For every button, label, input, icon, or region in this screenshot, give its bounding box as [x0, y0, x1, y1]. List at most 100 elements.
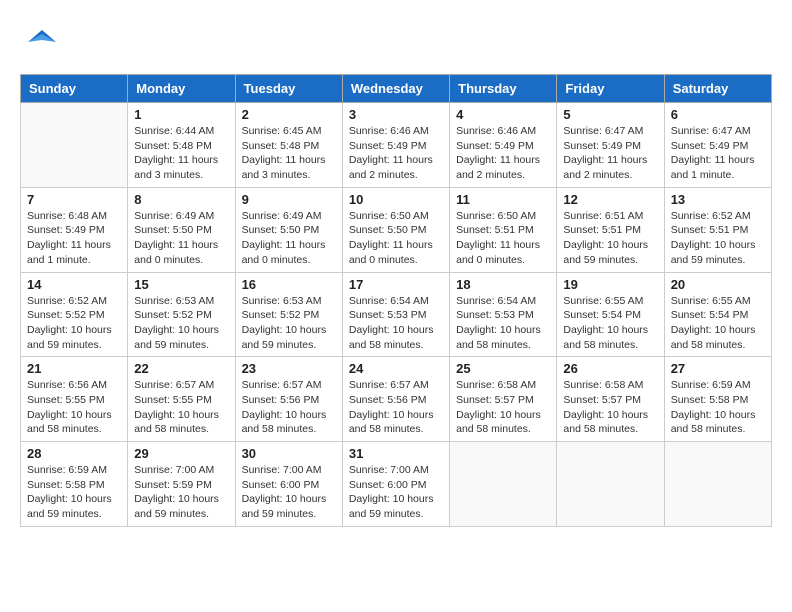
calendar-day: 27Sunrise: 6:59 AMSunset: 5:58 PMDayligh… [664, 357, 771, 442]
daylight-text: Daylight: 10 hours and 58 minutes. [456, 324, 541, 351]
calendar-day: 13Sunrise: 6:52 AMSunset: 5:51 PMDayligh… [664, 187, 771, 272]
daylight-text: Daylight: 10 hours and 59 minutes. [242, 493, 327, 520]
calendar-day: 28 Sunrise: 6:59 AM Sunset: 5:58 PM Dayligh… [21, 442, 128, 527]
sunset-text: Sunset: 5:51 PM [671, 224, 749, 236]
sunrise-text: Sunrise: 6:55 AM [671, 295, 751, 307]
day-info: Sunrise: 6:58 AMSunset: 5:57 PMDaylight:… [563, 378, 657, 437]
day-number: 28 [27, 446, 121, 461]
day-number: 13 [671, 192, 765, 207]
day-info: Sunrise: 7:00 AMSunset: 6:00 PMDaylight:… [242, 463, 336, 522]
logo [20, 20, 66, 64]
calendar-day: 12Sunrise: 6:51 AMSunset: 5:51 PMDayligh… [557, 187, 664, 272]
calendar-week-1: 1Sunrise: 6:44 AMSunset: 5:48 PMDaylight… [21, 103, 772, 188]
sunset-text: Sunset: 6:00 PM [349, 479, 427, 491]
sunrise-text: Sunrise: 6:47 AM [671, 125, 751, 137]
daylight-text: Daylight: 10 hours and 58 minutes. [349, 409, 434, 436]
calendar-week-3: 14 Sunrise: 6:52 AMSunset: 5:52 PMDayligh… [21, 272, 772, 357]
calendar-day [450, 442, 557, 527]
sunrise-text: Sunrise: 6:49 AM [134, 210, 214, 222]
calendar-day: 31 Sunrise: 7:00 AM Sunset: 6:00 PM Dayligh… [342, 442, 449, 527]
sunrise-text: Sunrise: 6:54 AM [456, 295, 536, 307]
sunrise-text: Sunrise: 6:59 AM [27, 464, 107, 476]
day-info: Sunrise: 6:56 AMSunset: 5:55 PMDaylight:… [27, 378, 121, 437]
daylight-text: Daylight: 10 hours and 58 minutes. [671, 409, 756, 436]
sunset-text: Sunset: 5:48 PM [242, 140, 320, 152]
day-number: 3 [349, 107, 443, 122]
day-info: Sunrise: 6:44 AMSunset: 5:48 PMDaylight:… [134, 124, 228, 183]
calendar-day [664, 442, 771, 527]
weekday-header-sunday: Sunday [21, 75, 128, 103]
sunrise-text: Sunrise: 6:48 AM [27, 210, 107, 222]
day-number: 12 [563, 192, 657, 207]
calendar-day: 19Sunrise: 6:55 AMSunset: 5:54 PMDayligh… [557, 272, 664, 357]
calendar-day: 6 Sunrise: 6:47 AMSunset: 5:49 PMDaylight… [664, 103, 771, 188]
sunset-text: Sunset: 5:58 PM [27, 479, 105, 491]
daylight-text: Daylight: 10 hours and 59 minutes. [349, 493, 434, 520]
sunset-text: Sunset: 5:48 PM [134, 140, 212, 152]
day-info: Sunrise: 6:59 AMSunset: 5:58 PMDaylight:… [671, 378, 765, 437]
daylight-text: Daylight: 10 hours and 59 minutes. [671, 239, 756, 266]
calendar-day: 15Sunrise: 6:53 AMSunset: 5:52 PMDayligh… [128, 272, 235, 357]
weekday-header-wednesday: Wednesday [342, 75, 449, 103]
day-info: Sunrise: 6:57 AMSunset: 5:56 PMDaylight:… [242, 378, 336, 437]
day-info: Sunrise: 6:49 AMSunset: 5:50 PMDaylight:… [242, 209, 336, 268]
day-number: 6 [671, 107, 765, 122]
calendar-day [557, 442, 664, 527]
sunrise-text: Sunrise: 6:47 AM [563, 125, 643, 137]
sunset-text: Sunset: 5:49 PM [563, 140, 641, 152]
calendar-week-5: 28 Sunrise: 6:59 AM Sunset: 5:58 PM Dayligh… [21, 442, 772, 527]
day-number: 23 [242, 361, 336, 376]
daylight-text: Daylight: 11 hours and 2 minutes. [456, 154, 540, 181]
sunset-text: Sunset: 5:49 PM [27, 224, 105, 236]
daylight-text: Daylight: 11 hours and 3 minutes. [242, 154, 326, 181]
day-info: Sunrise: 6:49 AMSunset: 5:50 PMDaylight:… [134, 209, 228, 268]
calendar-day: 9Sunrise: 6:49 AMSunset: 5:50 PMDaylight… [235, 187, 342, 272]
daylight-text: Daylight: 10 hours and 59 minutes. [242, 324, 327, 351]
sunrise-text: Sunrise: 6:49 AM [242, 210, 322, 222]
calendar-day: 29Sunrise: 7:00 AMSunset: 5:59 PMDayligh… [128, 442, 235, 527]
day-number: 21 [27, 361, 121, 376]
daylight-text: Daylight: 10 hours and 59 minutes. [27, 493, 112, 520]
calendar-day: 26 Sunrise: 6:58 AMSunset: 5:57 PMDayligh… [557, 357, 664, 442]
day-number: 15 [134, 277, 228, 292]
day-info: Sunrise: 6:50 AMSunset: 5:50 PMDaylight:… [349, 209, 443, 268]
day-info: Sunrise: 6:48 AMSunset: 5:49 PMDaylight:… [27, 209, 121, 268]
day-number: 19 [563, 277, 657, 292]
day-number: 26 [563, 361, 657, 376]
sunrise-text: Sunrise: 6:53 AM [242, 295, 322, 307]
day-info: Sunrise: 6:52 AMSunset: 5:52 PMDaylight:… [27, 294, 121, 353]
calendar-day: 30Sunrise: 7:00 AMSunset: 6:00 PMDayligh… [235, 442, 342, 527]
daylight-text: Daylight: 10 hours and 58 minutes. [349, 324, 434, 351]
sunrise-text: Sunrise: 7:00 AM [349, 464, 429, 476]
daylight-text: Daylight: 11 hours and 2 minutes. [349, 154, 433, 181]
sunrise-text: Sunrise: 6:46 AM [456, 125, 536, 137]
sunset-text: Sunset: 5:56 PM [242, 394, 320, 406]
calendar-week-4: 21 Sunrise: 6:56 AMSunset: 5:55 PMDayligh… [21, 357, 772, 442]
weekday-header-friday: Friday [557, 75, 664, 103]
day-number: 18 [456, 277, 550, 292]
sunset-text: Sunset: 5:52 PM [27, 309, 105, 321]
sunrise-text: Sunrise: 6:58 AM [456, 379, 536, 391]
sunset-text: Sunset: 5:57 PM [456, 394, 534, 406]
sunset-text: Sunset: 5:49 PM [456, 140, 534, 152]
day-number: 31 [349, 446, 443, 461]
day-number: 14 [27, 277, 121, 292]
day-info: Sunrise: 6:53 AM Sunset: 5:52 PM Daylight:… [242, 294, 336, 353]
sunset-text: Sunset: 5:59 PM [134, 479, 212, 491]
daylight-text: Daylight: 10 hours and 58 minutes. [671, 324, 756, 351]
day-number: 17 [349, 277, 443, 292]
sunset-text: Sunset: 5:53 PM [456, 309, 534, 321]
calendar-day: 14 Sunrise: 6:52 AMSunset: 5:52 PMDayligh… [21, 272, 128, 357]
sunset-text: Sunset: 5:54 PM [563, 309, 641, 321]
sunset-text: Sunset: 5:56 PM [349, 394, 427, 406]
sunset-text: Sunset: 5:51 PM [563, 224, 641, 236]
sunrise-text: Sunrise: 7:00 AM [134, 464, 214, 476]
sunset-text: Sunset: 5:52 PM [134, 309, 212, 321]
sunset-text: Sunset: 5:52 PM [242, 309, 320, 321]
daylight-text: Daylight: 11 hours and 0 minutes. [134, 239, 218, 266]
day-info: Sunrise: 6:47 AMSunset: 5:49 PMDaylight:… [671, 124, 765, 183]
day-info: Sunrise: 6:59 AM Sunset: 5:58 PM Daylight:… [27, 463, 121, 522]
day-number: 16 [242, 277, 336, 292]
weekday-header-tuesday: Tuesday [235, 75, 342, 103]
daylight-text: Daylight: 11 hours and 0 minutes. [242, 239, 326, 266]
